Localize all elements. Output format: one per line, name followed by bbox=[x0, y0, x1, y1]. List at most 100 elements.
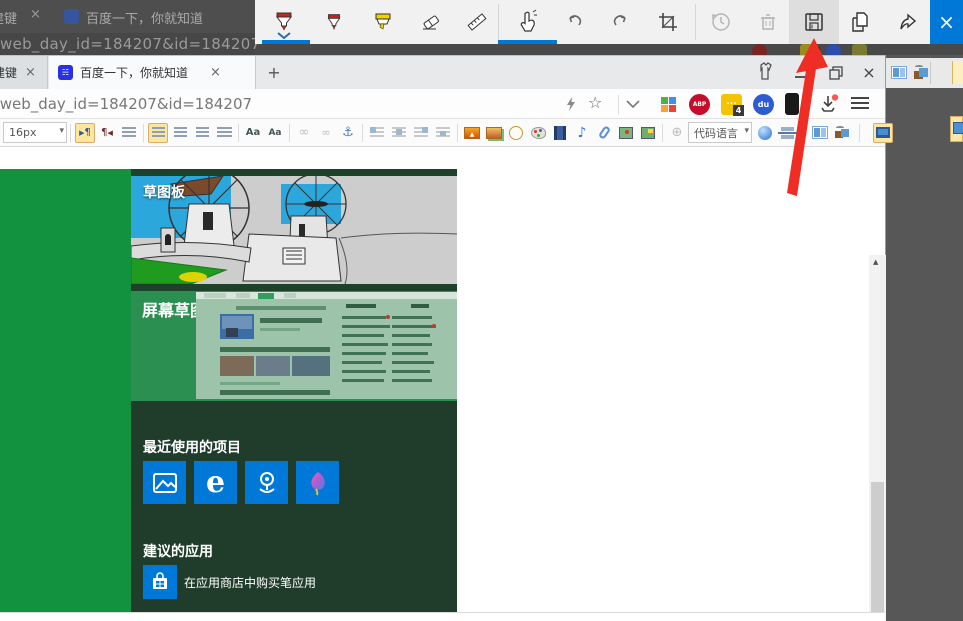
address-bar[interactable]: &web_day_id=184207&id=184207 ☆ ABP ... 4 bbox=[0, 89, 885, 119]
dim-baidu-favicon bbox=[64, 9, 79, 24]
minimize-button[interactable] bbox=[795, 76, 807, 78]
ballpoint-pen-tool[interactable] bbox=[268, 6, 300, 38]
urlbar-separator bbox=[618, 95, 619, 114]
share-button[interactable] bbox=[891, 6, 923, 38]
tab-1[interactable]: 建键 × bbox=[0, 56, 48, 89]
sketchpad-card[interactable]: 草图板 bbox=[131, 176, 457, 284]
eraser-tool[interactable] bbox=[415, 6, 447, 38]
format-marks-button[interactable]: ▶¶ bbox=[75, 123, 95, 143]
ie-button[interactable] bbox=[755, 123, 775, 143]
undo-button[interactable] bbox=[558, 6, 590, 38]
download-icon[interactable] bbox=[818, 94, 840, 114]
page-content: 草图板 屏幕草图 bbox=[0, 147, 885, 612]
tab-2-active[interactable]: ☵ 百度一下，你就知道 × bbox=[49, 56, 256, 89]
editor-toolbar: 16px ▾ ▶¶ ¶◀ Aa Aa ∞ ∞ ⚓ ▲ bbox=[0, 119, 885, 147]
set-tabs-aside-icon[interactable] bbox=[753, 62, 777, 82]
dim-tab2-label: 百度一下，你就知道 bbox=[86, 8, 203, 27]
device-extension-icon[interactable] bbox=[785, 93, 799, 115]
tab-1-label: 建键 bbox=[0, 64, 17, 81]
exit-ink-button[interactable]: × bbox=[930, 0, 963, 44]
fullscreen-button[interactable] bbox=[873, 123, 893, 143]
scrollbar-up-icon[interactable]: ▲ bbox=[873, 258, 878, 266]
anchor-icon: ⚓ bbox=[342, 125, 354, 140]
video-button[interactable] bbox=[550, 123, 570, 143]
anchor-button[interactable]: ⚓ bbox=[338, 123, 358, 143]
favorites-star-icon[interactable]: ☆ bbox=[588, 93, 602, 112]
emoji-button[interactable] bbox=[506, 123, 526, 143]
image-center-button[interactable] bbox=[389, 123, 409, 143]
image-block-icon bbox=[436, 127, 450, 138]
vertical-scrollbar[interactable]: ▲ bbox=[869, 255, 886, 621]
iframe-button[interactable]: ⊕ bbox=[667, 123, 687, 143]
paperclip-icon bbox=[597, 125, 610, 140]
lowercase-button[interactable]: Aa bbox=[265, 123, 285, 143]
tab-1-close-icon[interactable]: × bbox=[25, 65, 36, 80]
dropdown-chevron-icon[interactable] bbox=[626, 100, 640, 108]
suggested-heading: 建议的应用 bbox=[143, 541, 213, 561]
recent-item-photos[interactable] bbox=[143, 461, 186, 504]
insert-images-button[interactable] bbox=[484, 123, 504, 143]
table-button[interactable] bbox=[810, 123, 830, 143]
store-suggestion-text[interactable]: 在应用商店中购买笔应用 bbox=[184, 574, 316, 591]
history-button[interactable] bbox=[705, 6, 737, 38]
align-right-icon bbox=[196, 127, 209, 138]
reading-mode-icon[interactable] bbox=[564, 96, 578, 112]
edge-logo: e bbox=[206, 465, 225, 500]
image-left-button[interactable] bbox=[367, 123, 387, 143]
uppercase-button[interactable]: Aa bbox=[243, 123, 263, 143]
notes-extension-icon[interactable]: ... 4 bbox=[721, 94, 742, 115]
gmap-button[interactable] bbox=[638, 123, 658, 143]
pagebreak-button[interactable] bbox=[777, 123, 797, 143]
image-right-button[interactable] bbox=[411, 123, 431, 143]
pencil-tool[interactable] bbox=[318, 6, 350, 38]
remote-button[interactable] bbox=[832, 123, 852, 143]
editor-separator bbox=[362, 124, 363, 142]
grid-extension-icon[interactable] bbox=[660, 96, 676, 112]
image-block-button[interactable] bbox=[433, 123, 453, 143]
recent-item-edge[interactable]: e bbox=[194, 461, 237, 504]
restore-button[interactable] bbox=[828, 65, 844, 81]
music-button[interactable]: ♪ bbox=[572, 123, 592, 143]
tab-2-close-icon[interactable]: × bbox=[210, 65, 221, 80]
delete-button[interactable] bbox=[752, 6, 784, 38]
copy-button[interactable] bbox=[843, 6, 875, 38]
align-center-button[interactable] bbox=[170, 123, 190, 143]
format-marks-hide-button[interactable]: ¶◀ bbox=[97, 123, 117, 143]
code-language-select[interactable]: 代码语言 ▾ bbox=[688, 122, 752, 143]
align-right-button[interactable] bbox=[192, 123, 212, 143]
new-tab-button[interactable]: + bbox=[260, 56, 288, 89]
font-size-select[interactable]: 16px ▾ bbox=[3, 122, 67, 143]
align-justify-button[interactable] bbox=[214, 123, 234, 143]
insert-image-button[interactable]: ▲ bbox=[462, 123, 482, 143]
ink-toolbar bbox=[255, 0, 963, 44]
crop-tool[interactable] bbox=[652, 6, 684, 38]
menu-hamburger-icon[interactable] bbox=[851, 97, 869, 109]
link-button[interactable]: ∞ bbox=[294, 123, 314, 143]
close-window-button[interactable]: × bbox=[858, 61, 880, 83]
align-justify-icon bbox=[217, 127, 232, 138]
screensketch-thumbnail[interactable] bbox=[196, 292, 457, 399]
highlighter-tool[interactable] bbox=[367, 6, 399, 38]
adblock-extension-icon[interactable]: ABP bbox=[689, 94, 710, 115]
blue-sphere-icon bbox=[758, 126, 772, 140]
editor-separator bbox=[143, 124, 144, 142]
exit-ink-label: × bbox=[938, 10, 955, 34]
map-button[interactable] bbox=[616, 123, 636, 143]
store-tile[interactable] bbox=[143, 565, 177, 599]
ruler-tool[interactable] bbox=[461, 6, 493, 38]
palette-icon bbox=[531, 127, 546, 139]
unlink-button[interactable]: ∞ bbox=[316, 123, 336, 143]
scrawl-button[interactable] bbox=[528, 123, 548, 143]
touch-writing-tool[interactable] bbox=[508, 6, 548, 38]
save-button[interactable] bbox=[798, 6, 830, 38]
paragraph-spacing-button[interactable] bbox=[119, 123, 139, 143]
recent-item-paint-pin[interactable] bbox=[296, 461, 339, 504]
redo-button[interactable] bbox=[605, 6, 637, 38]
pagebreak-icon bbox=[781, 127, 794, 139]
scrollbar-thumb[interactable] bbox=[871, 482, 884, 617]
align-left-button[interactable] bbox=[148, 123, 168, 143]
baidu-extension-icon[interactable]: du bbox=[753, 94, 774, 115]
recent-item-maps[interactable] bbox=[245, 461, 288, 504]
attachment-button[interactable] bbox=[594, 123, 614, 143]
behind-monitor-icon bbox=[950, 116, 963, 142]
